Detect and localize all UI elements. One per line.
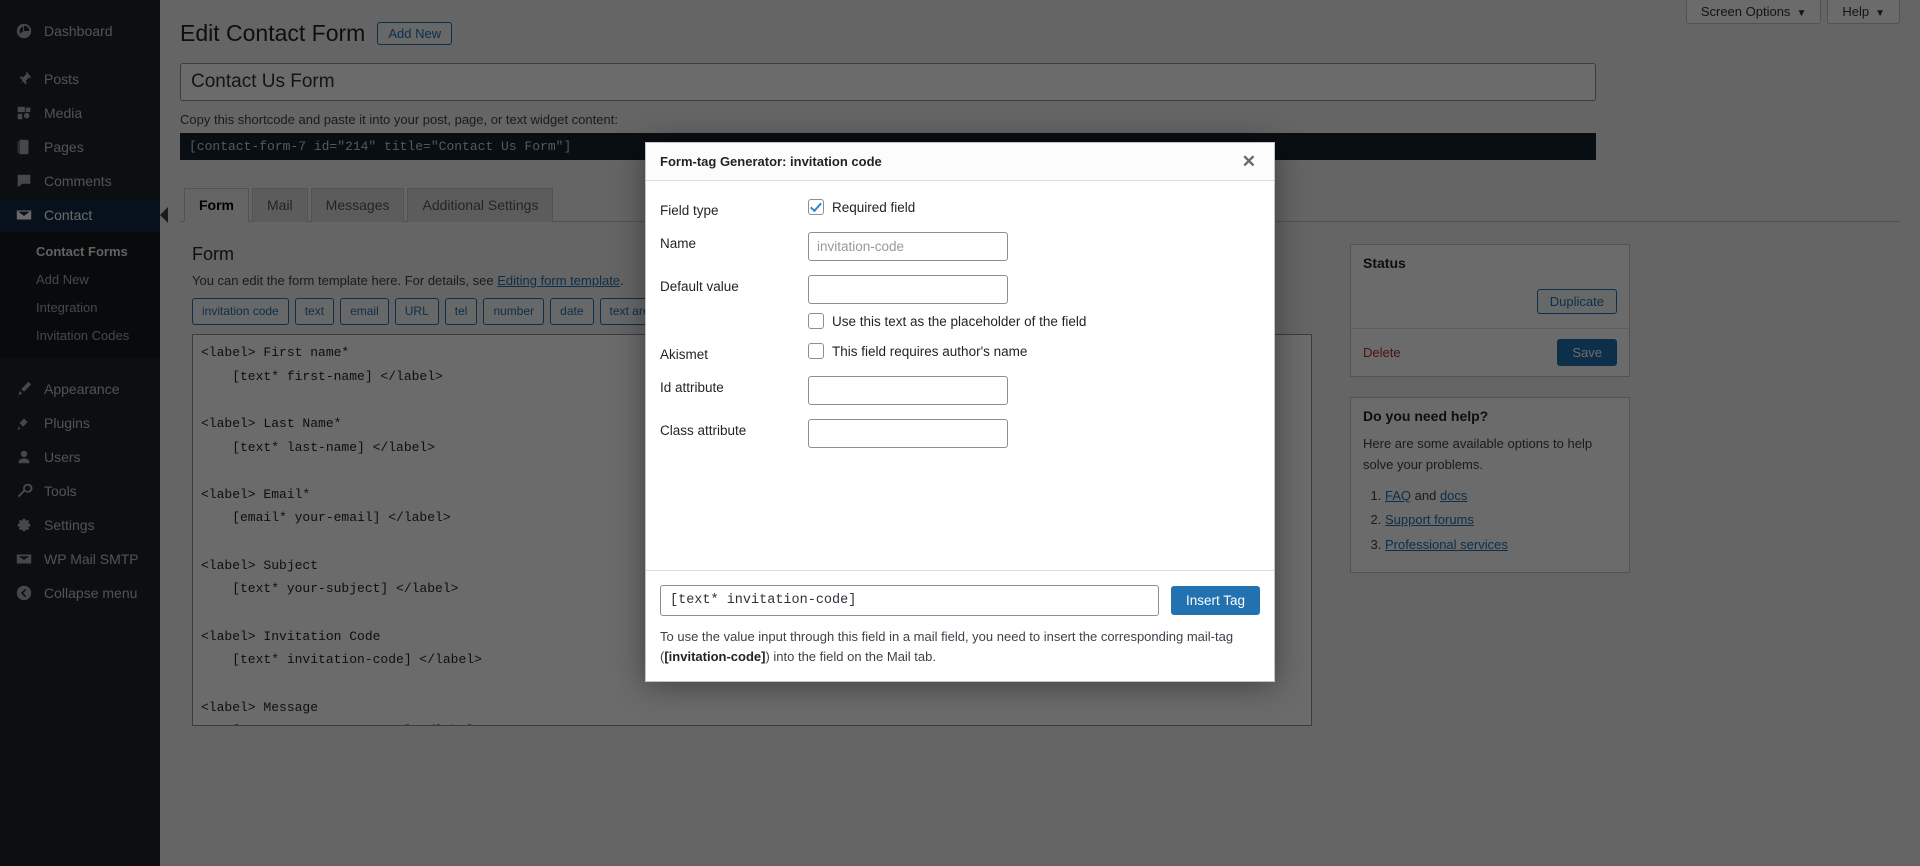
- default-value-input[interactable]: [808, 275, 1008, 304]
- required-field-checkbox[interactable]: [808, 199, 824, 215]
- modal-title: Form-tag Generator: invitation code: [660, 154, 882, 169]
- id-attribute-label: Id attribute: [660, 380, 724, 395]
- placeholder-toggle-line: Use this text as the placeholder of the …: [808, 313, 1260, 329]
- class-attribute-row: Class attribute: [660, 419, 1260, 448]
- field-type-row: Field type Required field: [660, 199, 1260, 218]
- akismet-row: Akismet This field requires author's nam…: [660, 343, 1260, 362]
- placeholder-toggle-checkbox[interactable]: [808, 313, 824, 329]
- admin-page: Dashboard Posts Media Pages Comments Con…: [0, 0, 1920, 866]
- id-attribute-row: Id attribute: [660, 376, 1260, 405]
- placeholder-toggle-label: Use this text as the placeholder of the …: [832, 313, 1087, 329]
- mail-tag-name: [invitation-code]: [664, 648, 766, 664]
- generated-tag-input[interactable]: [660, 584, 1159, 616]
- default-value-field: Use this text as the placeholder of the …: [808, 275, 1260, 329]
- name-label: Name: [660, 236, 697, 251]
- class-attribute-input[interactable]: [808, 419, 1008, 448]
- default-value-label: Default value: [660, 279, 739, 294]
- id-attribute-input[interactable]: [808, 376, 1008, 405]
- required-field-label: Required field: [832, 199, 916, 215]
- akismet-field: This field requires author's name: [808, 343, 1260, 359]
- required-field-line: Required field: [808, 199, 1260, 215]
- name-input[interactable]: [808, 232, 1008, 261]
- class-attribute-field: [808, 419, 1260, 448]
- modal-body: Field type Required field Name Default v…: [646, 181, 1274, 570]
- modal-footer: Insert Tag To use the value input throug…: [646, 569, 1274, 681]
- akismet-option-label: This field requires author's name: [832, 343, 1028, 359]
- id-attribute-field: [808, 376, 1260, 405]
- insert-tag-row: Insert Tag: [660, 584, 1260, 616]
- field-type-field: Required field: [808, 199, 1260, 215]
- default-value-row: Default value Use this text as the place…: [660, 275, 1260, 329]
- akismet-checkbox[interactable]: [808, 343, 824, 359]
- mail-tag-note: To use the value input through this fiel…: [660, 627, 1260, 667]
- mail-tag-note-part2: ) into the field on the Mail tab.: [765, 648, 936, 664]
- form-tag-generator-modal: Form-tag Generator: invitation code ✕ Fi…: [645, 142, 1275, 682]
- name-row: Name: [660, 232, 1260, 261]
- akismet-option-line: This field requires author's name: [808, 343, 1260, 359]
- insert-tag-button[interactable]: Insert Tag: [1170, 585, 1260, 615]
- modal-header: Form-tag Generator: invitation code ✕: [646, 143, 1274, 181]
- field-type-label: Field type: [660, 203, 719, 218]
- akismet-label: Akismet: [660, 347, 709, 362]
- name-field: [808, 232, 1260, 261]
- close-icon[interactable]: ✕: [1238, 151, 1260, 172]
- class-attribute-label: Class attribute: [660, 423, 747, 438]
